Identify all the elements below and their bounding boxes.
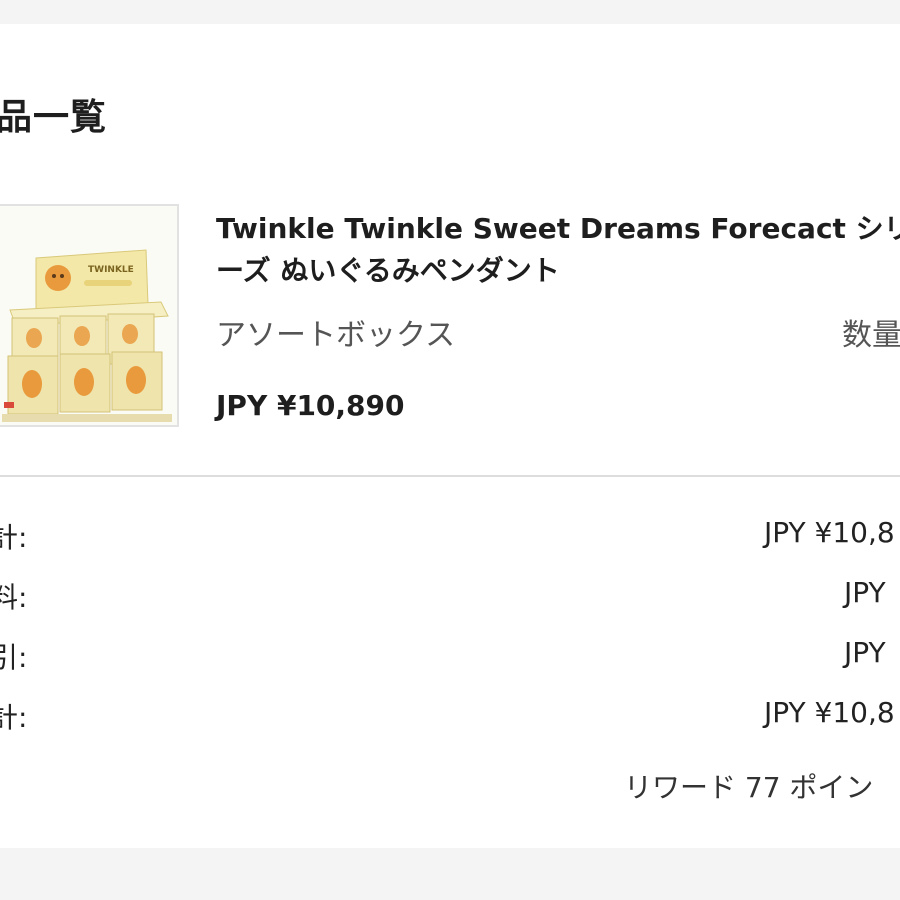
summary-row-shipping: 料: JPY: [0, 576, 900, 620]
section-title: 品一覧: [0, 97, 108, 138]
product-variant: アソートボックス: [216, 318, 456, 353]
quantity-label: 数量: [842, 318, 900, 353]
summary-label: 料:: [0, 581, 28, 614]
order-card: 品一覧 TWINKLE Twinkle Twinkle Sweet Dreams…: [0, 24, 900, 848]
blind-box-display-illustration: TWINKLE: [0, 206, 177, 425]
divider: [0, 475, 900, 477]
summary-value: JPY: [844, 576, 886, 609]
summary-row-discount: 引: JPY: [0, 636, 900, 680]
summary-value: JPY ¥10,8: [764, 696, 895, 729]
summary-label: 計:: [0, 521, 28, 554]
product-price: JPY ¥10,890: [216, 389, 405, 422]
product-image[interactable]: TWINKLE: [0, 204, 179, 427]
summary-label: 計:: [0, 701, 28, 734]
summary-row-subtotal: 計: JPY ¥10,8: [0, 516, 900, 560]
summary-value: JPY ¥10,8: [764, 516, 895, 549]
summary-label: 引:: [0, 641, 28, 674]
summary-value: JPY: [844, 636, 886, 669]
reward-points: リワード 77 ポイン: [624, 771, 874, 804]
summary-row-total: 計: JPY ¥10,8: [0, 696, 900, 740]
product-name[interactable]: Twinkle Twinkle Sweet Dreams Forecact シリ…: [216, 208, 900, 292]
box-brand-text: TWINKLE: [88, 265, 134, 275]
